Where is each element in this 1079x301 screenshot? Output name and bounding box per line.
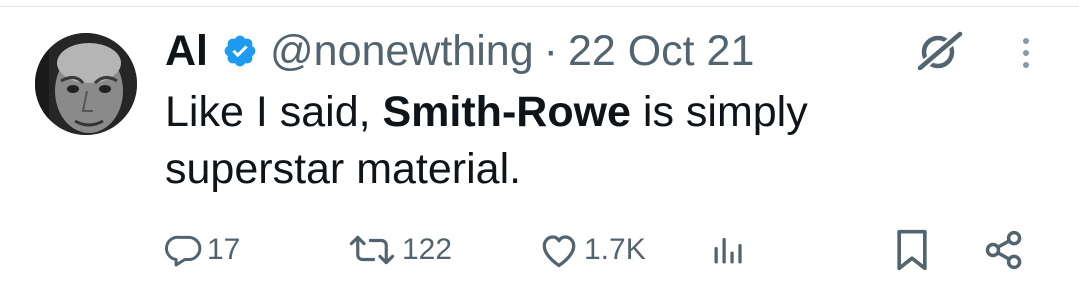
tweet-text: Like I said, Smith-Rowe is simply supers… [165, 84, 985, 198]
views-button[interactable] [710, 220, 746, 280]
like-button[interactable]: 1.7K [538, 220, 646, 280]
views-icon [714, 238, 742, 264]
display-name[interactable]: Al [165, 27, 208, 76]
separator: · [543, 26, 558, 75]
retweet-button[interactable]: 122 [346, 220, 452, 280]
share-icon [985, 230, 1022, 270]
top-divider [0, 6, 1079, 7]
tweet-header: Al @nonewthing · 22 Oct 21 [165, 24, 754, 78]
verified-badge-icon[interactable] [222, 33, 258, 69]
grok-icon[interactable] [912, 30, 966, 70]
tweet-text-part1: Like I said, [165, 88, 383, 136]
bookmark-icon [897, 229, 927, 271]
tweet-text-bold: Smith-Rowe [382, 88, 631, 136]
handle[interactable]: @nonewthing [270, 27, 534, 76]
reply-count: 17 [207, 233, 241, 266]
tweet-date[interactable]: 22 Oct 21 [568, 27, 754, 76]
like-count: 1.7K [584, 233, 646, 266]
share-button[interactable] [982, 220, 1026, 280]
avatar[interactable] [35, 33, 137, 135]
bookmark-button[interactable] [893, 220, 931, 280]
retweet-icon [349, 235, 395, 265]
reply-icon [165, 235, 202, 267]
reply-button[interactable]: 17 [165, 220, 240, 280]
retweet-count: 122 [402, 233, 453, 266]
action-bar: 17 122 1.7K [0, 220, 1079, 280]
heart-icon [542, 235, 576, 268]
more-vertical-icon[interactable] [1014, 33, 1038, 73]
